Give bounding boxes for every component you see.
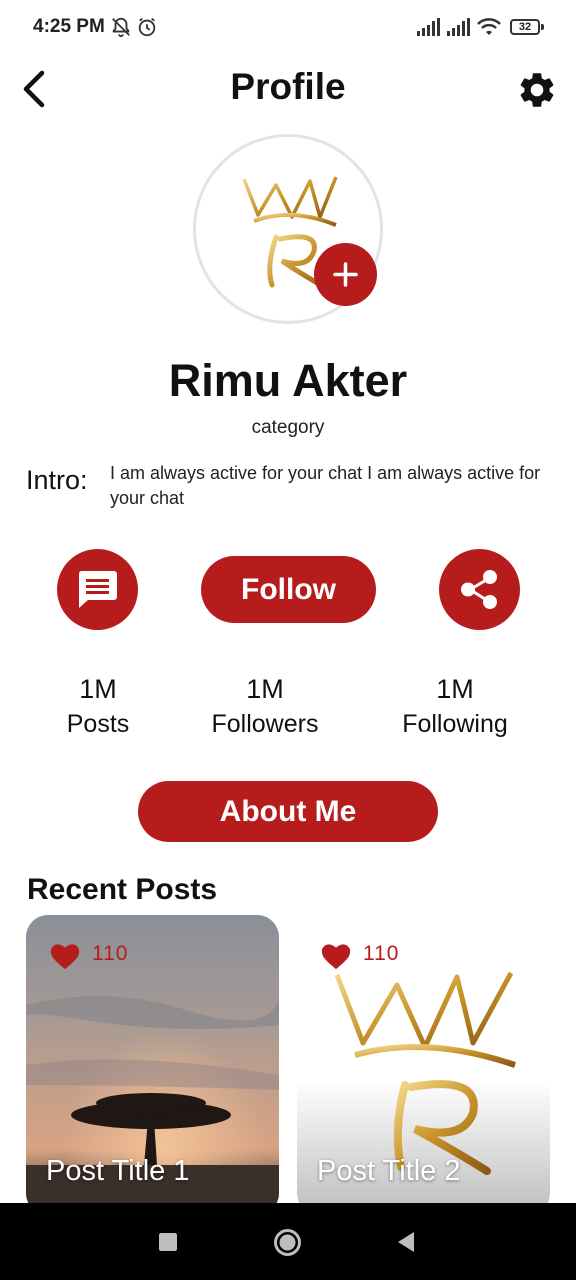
wifi-icon [476,17,502,42]
notifications-off-icon [110,16,132,43]
stat-value: 1M [79,674,117,704]
stat-following[interactable]: 1M Following [390,672,520,742]
stat-followers[interactable]: 1M Followers [200,672,330,742]
settings-button[interactable] [516,69,558,111]
post-title: Post Title 2 [317,1155,461,1187]
home-button[interactable] [273,1228,302,1257]
recent-posts-title: Recent Posts [27,873,218,906]
status-bar: 4:25 PM 32 [0,0,576,56]
status-time: 4:25 PM [33,16,105,37]
post-card[interactable]: 110 Post Title 2 [297,915,550,1215]
intro-label: Intro: [26,465,88,495]
post-card[interactable]: 110 Post Title 1 [26,915,279,1215]
alarm-icon [136,16,158,43]
intro-text: I am always active for your chat I am al… [110,463,541,508]
home-icon [273,1229,302,1261]
profile-category: category [251,417,325,438]
message-icon [57,571,138,634]
stat-value: 1M [246,674,284,704]
system-nav-bar [0,1203,576,1280]
post-title: Post Title 1 [46,1155,190,1187]
about-me-button[interactable]: About Me [138,781,438,842]
signal-icon [446,18,470,41]
heart-icon [48,939,82,976]
stat-posts[interactable]: 1M Posts [48,672,148,742]
system-back-button[interactable] [396,1231,416,1253]
back-triangle-icon [396,1232,416,1257]
heart-icon [319,939,353,976]
profile-name: Rimu Akter [168,355,408,406]
stat-value: 1M [436,674,474,704]
share-icon [439,570,520,634]
page-title: Profile [230,66,346,107]
follow-button[interactable]: Follow [201,556,376,623]
battery-tip [541,24,544,30]
recents-icon [158,1233,178,1256]
signal-icon [416,18,440,41]
battery-icon: 32 [510,19,540,35]
add-photo-button[interactable] [314,243,377,306]
stat-label: Posts [66,710,130,738]
stat-label: Following [402,710,508,738]
crown-r-logo [196,176,380,321]
like-count: 110 [363,942,400,965]
like-count: 110 [92,942,129,965]
share-button[interactable] [439,549,520,630]
plus-icon [314,262,377,310]
recents-button[interactable] [158,1232,178,1252]
message-button[interactable] [57,549,138,630]
gear-icon [516,73,558,115]
stat-label: Followers [211,710,319,738]
